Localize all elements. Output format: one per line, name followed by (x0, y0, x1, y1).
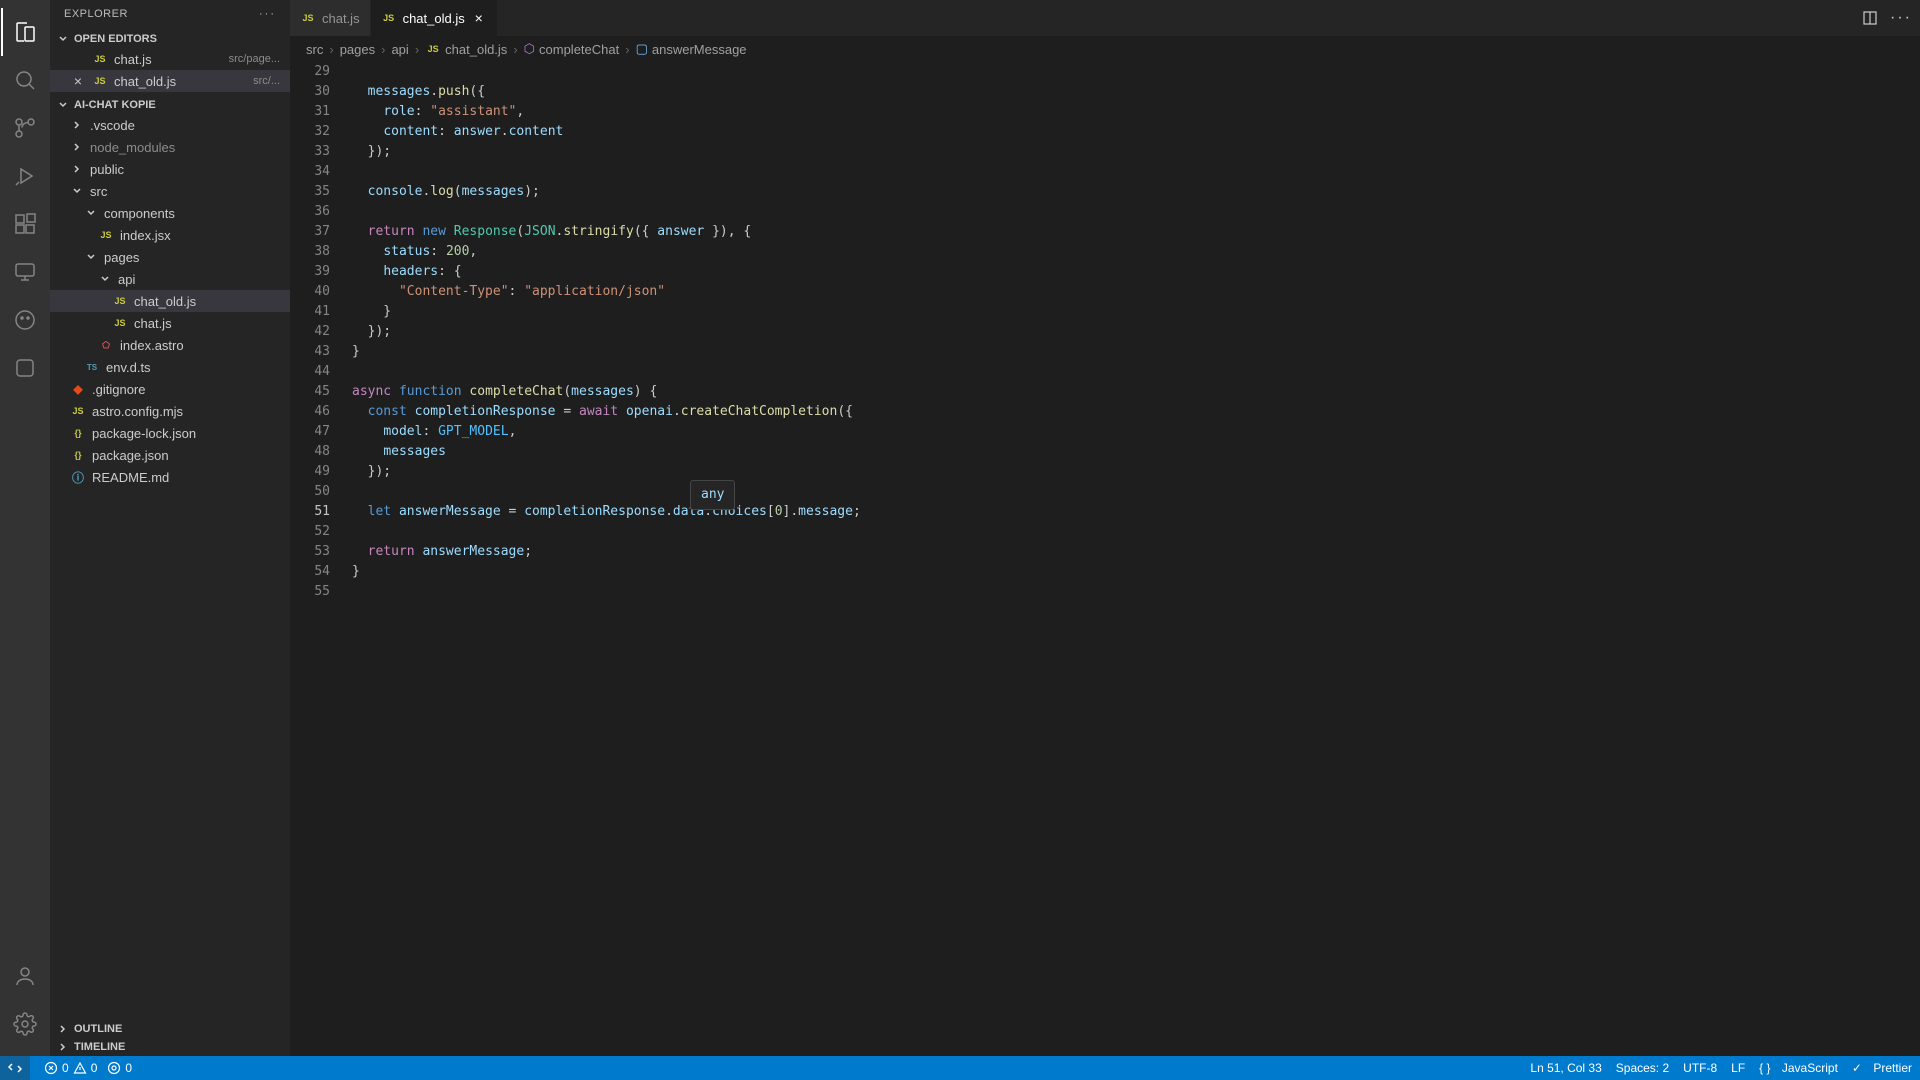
chevron-down-icon (84, 206, 98, 220)
file-index-jsx[interactable]: JSindex.jsx (50, 224, 290, 246)
chevron-down-icon (56, 32, 70, 46)
status-problems[interactable]: 0 0 (44, 1061, 97, 1075)
account-icon[interactable] (1, 952, 49, 1000)
file-chat[interactable]: JSchat.js (50, 312, 290, 334)
status-cursor[interactable]: Ln 51, Col 33 (1530, 1061, 1601, 1075)
chevron-right-icon (70, 162, 84, 176)
chevron-right-icon (56, 1040, 70, 1054)
editor-area: JS chat.js JS chat_old.js × ··· src› pag… (290, 0, 1920, 1056)
js-file-icon: JS (112, 293, 128, 309)
more-actions-icon[interactable]: ··· (1890, 9, 1912, 27)
info-file-icon: ⓘ (70, 469, 86, 485)
folder-pages[interactable]: pages (50, 246, 290, 268)
close-icon[interactable]: × (70, 73, 86, 89)
tab-chat[interactable]: JS chat.js (290, 0, 371, 36)
chevron-down-icon (98, 272, 112, 286)
status-encoding[interactable]: UTF-8 (1683, 1061, 1717, 1075)
status-eol[interactable]: LF (1731, 1061, 1745, 1075)
split-editor-icon[interactable] (1862, 10, 1878, 26)
debug-icon[interactable] (1, 152, 49, 200)
sidebar-title: EXPLORER (64, 8, 128, 20)
file-index-astro[interactable]: ⬠index.astro (50, 334, 290, 356)
chevron-right-icon (56, 1022, 70, 1036)
js-file-icon: JS (98, 227, 114, 243)
source-control-icon[interactable] (1, 104, 49, 152)
js-file-icon: JS (300, 10, 316, 26)
folder-public[interactable]: public (50, 158, 290, 180)
chevron-right-icon (70, 140, 84, 154)
breadcrumb[interactable]: src› pages› api› JSchat_old.js› ⬡complet… (290, 36, 1920, 62)
json-file-icon: {} (70, 425, 86, 441)
search-icon[interactable] (1, 56, 49, 104)
file-package-lock[interactable]: {}package-lock.json (50, 422, 290, 444)
folder-vscode[interactable]: .vscode (50, 114, 290, 136)
file-env-d-ts[interactable]: TSenv.d.ts (50, 356, 290, 378)
sidebar-more-icon[interactable]: ··· (259, 8, 276, 20)
js-file-icon: JS (92, 73, 108, 89)
chevron-down-icon (56, 98, 70, 112)
extensions-icon[interactable] (1, 200, 49, 248)
folder-api[interactable]: api (50, 268, 290, 290)
js-file-icon: JS (425, 41, 441, 57)
json-file-icon: {} (70, 447, 86, 463)
status-ports[interactable]: 0 (107, 1061, 132, 1075)
astro-file-icon: ⬠ (98, 337, 114, 353)
line-numbers: 2930313233343536373839404142434445464748… (290, 62, 348, 1056)
open-editors-section[interactable]: OPEN EDITORS (50, 30, 290, 48)
variable-icon: ▢ (636, 41, 648, 57)
open-editor-item[interactable]: JS chat.js src/page... (50, 48, 290, 70)
file-package-json[interactable]: {}package.json (50, 444, 290, 466)
git-file-icon: ◆ (70, 381, 86, 397)
close-icon[interactable]: × (471, 10, 487, 26)
file-astro-config[interactable]: JSastro.config.mjs (50, 400, 290, 422)
sidebar: EXPLORER ··· OPEN EDITORS JS chat.js src… (50, 0, 290, 1056)
js-file-icon: JS (70, 403, 86, 419)
ts-file-icon: TS (84, 359, 100, 375)
folder-components[interactable]: components (50, 202, 290, 224)
settings-icon[interactable] (1, 1000, 49, 1048)
status-prettier[interactable]: ✓ Prettier (1852, 1061, 1912, 1075)
chevron-right-icon (70, 118, 84, 132)
copilot-icon[interactable] (1, 296, 49, 344)
function-icon: ⬡ (524, 41, 535, 57)
outline-section[interactable]: OUTLINE (50, 1020, 290, 1038)
status-bar: 0 0 0 Ln 51, Col 33 Spaces: 2 UTF-8 LF {… (0, 1056, 1920, 1080)
js-file-icon: JS (92, 51, 108, 67)
explorer-icon[interactable] (1, 8, 49, 56)
open-editor-item[interactable]: × JS chat_old.js src/... (50, 70, 290, 92)
app-icon[interactable] (1, 344, 49, 392)
js-file-icon: JS (381, 10, 397, 26)
code-editor[interactable]: 2930313233343536373839404142434445464748… (290, 62, 1920, 1056)
file-readme[interactable]: ⓘREADME.md (50, 466, 290, 488)
remote-button[interactable] (0, 1056, 30, 1080)
hover-tooltip: any (690, 480, 735, 510)
file-gitignore[interactable]: ◆.gitignore (50, 378, 290, 400)
remote-explorer-icon[interactable] (1, 248, 49, 296)
timeline-section[interactable]: TIMELINE (50, 1038, 290, 1056)
chevron-down-icon (70, 184, 84, 198)
activity-bar (0, 0, 50, 1056)
project-section[interactable]: AI-CHAT KOPIE (50, 96, 290, 114)
chevron-down-icon (84, 250, 98, 264)
tab-chat-old[interactable]: JS chat_old.js × (371, 0, 498, 36)
file-chat-old[interactable]: JSchat_old.js (50, 290, 290, 312)
js-file-icon: JS (112, 315, 128, 331)
status-indent[interactable]: Spaces: 2 (1616, 1061, 1669, 1075)
status-language[interactable]: { } JavaScript (1759, 1061, 1838, 1075)
tabs-bar: JS chat.js JS chat_old.js × ··· (290, 0, 1920, 36)
folder-node-modules[interactable]: node_modules (50, 136, 290, 158)
folder-src[interactable]: src (50, 180, 290, 202)
